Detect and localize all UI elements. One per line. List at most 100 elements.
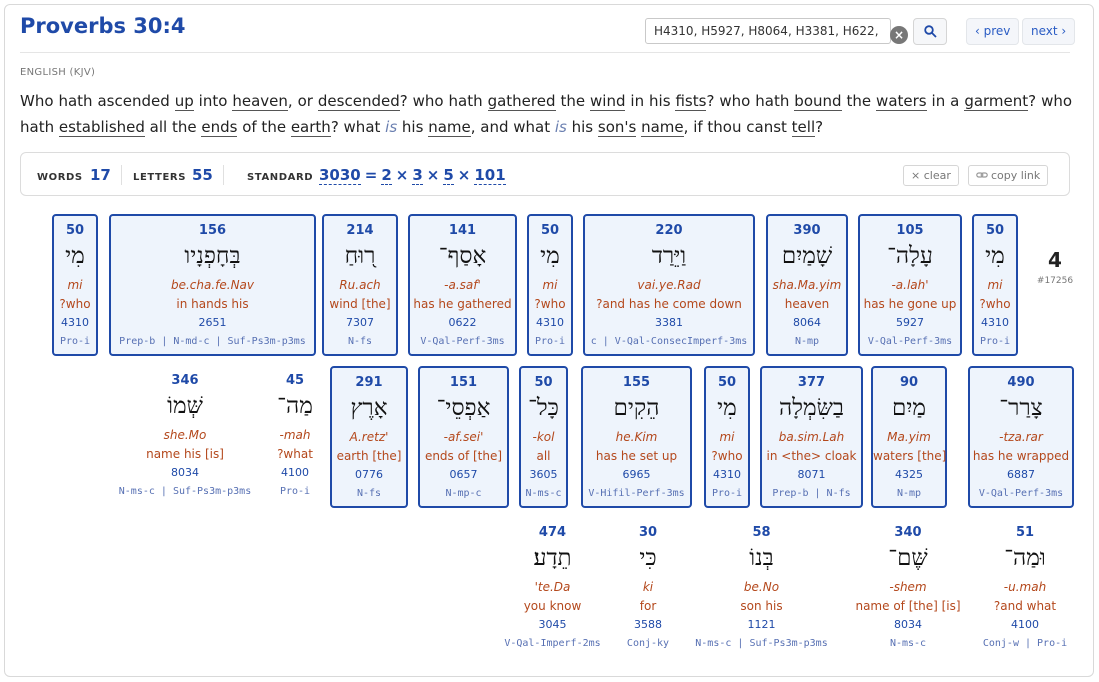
- word-card[interactable]: 291 אָרֶץ A.retz' earth [the] 0776 N-fs: [330, 366, 408, 508]
- word-hebrew: כִּי: [639, 545, 657, 571]
- search-button[interactable]: [913, 18, 947, 45]
- word-morphology: V-Qal-Perf-3ms: [420, 336, 505, 347]
- word-card[interactable]: 220 וַיֵּרַד vai.ye.Rad ?and has he come do…: [583, 214, 755, 356]
- word-card[interactable]: 50 מִי mi ?who 4310 Pro-i: [972, 214, 1018, 356]
- word-transliteration: Ma.yim: [887, 430, 931, 444]
- word-gloss: heaven: [784, 297, 830, 311]
- word-hebrew: שְּׁמוֹ: [167, 393, 203, 419]
- word-card[interactable]: 151 אַפְסֵי־ -af.sei' ends of [the] 0657 N-mp…: [418, 366, 509, 508]
- word-card[interactable]: 155 הֵקִים he.Kim has he set up 6965 V-Hifil-…: [581, 366, 692, 508]
- word-hebrew: ר֭וּחַ: [344, 243, 376, 269]
- link-icon: [976, 172, 988, 178]
- word-card[interactable]: 346 שְּׁמוֹ she.Mo name his [is] 8034 N-ms-c …: [112, 366, 258, 508]
- word-transliteration: she.Mo: [163, 428, 207, 442]
- word-card[interactable]: 156 בְּחָפְנָיו be.cha.fe.Nav in hands his 2…: [109, 214, 316, 356]
- letters-label: LETTERS: [133, 172, 187, 183]
- word-strongs: 6887: [1007, 468, 1035, 481]
- word-hebrew: מִי: [985, 243, 1005, 269]
- word-card[interactable]: 377 בַשִּׂמְלָה ba.sim.Lah in <the> cloak 80…: [760, 366, 863, 508]
- word-transliteration: -kol: [532, 430, 555, 444]
- word-gematria: 30: [638, 525, 658, 540]
- word-strongs: 4310: [536, 316, 564, 329]
- word-hebrew: מִי: [65, 243, 85, 269]
- word-hebrew: אָסַף־: [438, 243, 487, 269]
- divider: [20, 52, 1070, 53]
- word-card[interactable]: 45 מַה־ -mah ?what 4100 Pro-i: [265, 366, 325, 508]
- letters-count: 55: [192, 166, 213, 184]
- word-morphology: V-Hifil-Perf-3ms: [588, 488, 685, 499]
- word-transliteration: -a.saf': [444, 278, 481, 292]
- word-card[interactable]: 50 מִי mi ?who 4310 Pro-i: [52, 214, 98, 356]
- gematria-stats-bar: WORDS 17 LETTERS 55 STANDARD 3030 = 2 × 3 × 5 ×…: [20, 152, 1070, 196]
- word-gloss: son his: [740, 599, 783, 613]
- word-card[interactable]: 50 מִי mi ?who 4310 Pro-i: [527, 214, 573, 356]
- word-strongs: 2651: [198, 316, 227, 329]
- word-morphology: N-mp: [896, 488, 922, 499]
- page-title: Proverbs 30:4: [20, 14, 186, 38]
- version-label: ENGLISH (KJV): [20, 67, 96, 78]
- factor[interactable]: 3: [412, 166, 423, 185]
- factor[interactable]: 2: [381, 166, 392, 185]
- clear-search-icon[interactable]: ×: [890, 26, 908, 44]
- word-card[interactable]: 30 כִּי ki for 3588 Conj-ky: [618, 518, 678, 660]
- word-transliteration: -tza.rar: [999, 430, 1043, 444]
- word-gematria: 50: [717, 375, 737, 390]
- copy-link-button[interactable]: copy link: [968, 165, 1049, 186]
- word-gloss: in hands his: [176, 297, 249, 311]
- word-hebrew: כָּל־: [528, 395, 559, 421]
- word-card[interactable]: 141 אָסַף־ -a.saf' has he gathered 0622 V-Qal…: [408, 214, 517, 356]
- word-strongs: 7307: [346, 316, 374, 329]
- word-strongs: 5927: [896, 316, 924, 329]
- word-card[interactable]: 474 תֵדָע׃ 'te.Da you know 3045 V-Qal-Imperf-…: [490, 518, 615, 660]
- word-card[interactable]: 50 מִי mi ?who 4310 Pro-i: [704, 366, 750, 508]
- word-transliteration: mi: [987, 278, 1003, 292]
- search-icon: [923, 25, 937, 38]
- next-button[interactable]: next ›: [1022, 18, 1076, 45]
- word-morphology: Prep-b | N-fs: [772, 488, 851, 499]
- prev-button[interactable]: ‹ prev: [966, 18, 1020, 45]
- separator: [223, 165, 224, 185]
- word-hebrew: בְּחָפְנָיו: [184, 243, 241, 269]
- word-card[interactable]: 105 עָלָה־ -a.lah' has he gone up 5927 V-Qal-…: [858, 214, 962, 356]
- word-morphology: Conj-w | Pro-i: [982, 638, 1068, 649]
- word-card[interactable]: 51 וּמַה־ -u.mah ?and what 4100 Conj-w | Pro-…: [976, 518, 1074, 660]
- word-gloss: ?who: [711, 449, 743, 463]
- word-transliteration: sha.Ma.yim: [772, 278, 842, 292]
- word-card[interactable]: 90 מַיִם Ma.yim waters [the] 4325 N-mp: [871, 366, 947, 508]
- word-card[interactable]: 50 כָּל־ -kol all 3605 N-ms-c: [519, 366, 568, 508]
- word-gloss: name his [is]: [146, 447, 224, 461]
- word-gematria: 155: [622, 375, 651, 390]
- word-card[interactable]: 214 ר֭וּחַ Ru.ach wind [the] 7307 N-fs: [322, 214, 398, 356]
- word-strongs: 6965: [622, 468, 651, 481]
- word-gematria: 346: [171, 373, 199, 388]
- word-hebrew: מִי: [717, 395, 737, 421]
- word-gloss: in <the> cloak: [766, 449, 857, 463]
- word-transliteration: he.Kim: [615, 430, 658, 444]
- word-gloss: has he wrapped: [972, 449, 1070, 463]
- word-hebrew: וַיֵּרַד: [651, 243, 687, 269]
- word-card[interactable]: 58 בְּנוֹ be.No son his 1121 N-ms-c | Suf-Ps3…: [678, 518, 845, 660]
- separator: [121, 165, 122, 185]
- word-strongs: 4310: [61, 316, 89, 329]
- word-hebrew: מַה־: [277, 393, 313, 419]
- clear-button[interactable]: × clear: [903, 165, 959, 186]
- word-morphology: N-ms-c | Suf-Ps3m-p3ms: [118, 486, 252, 497]
- word-gematria: 50: [540, 223, 560, 238]
- word-card[interactable]: 390 שָׁמַיִם sha.Ma.yim heaven 8064 N-mp: [766, 214, 848, 356]
- word-card[interactable]: 340 שֶּׁם־ -shem name of [the] [is] 8034 N-ms…: [848, 518, 968, 660]
- word-morphology: Prep-b | N-md-c | Suf-Ps3m-p3ms: [119, 336, 306, 347]
- word-hebrew: בְּנוֹ: [749, 545, 774, 571]
- word-transliteration: -shem: [889, 580, 927, 594]
- word-strongs: 4310: [713, 468, 741, 481]
- search-input[interactable]: [645, 18, 891, 44]
- standard-total[interactable]: 3030: [319, 166, 361, 185]
- word-morphology: N-ms-c: [889, 638, 927, 649]
- factor[interactable]: 5: [443, 166, 454, 185]
- word-gematria: 105: [896, 223, 924, 238]
- word-morphology: Conj-ky: [626, 638, 670, 649]
- word-card[interactable]: 490 צָרַר־ -tza.rar has he wrapped 6887 V-Qal…: [968, 366, 1074, 508]
- verse-number: 4: [1048, 248, 1062, 272]
- word-gematria: 390: [793, 223, 821, 238]
- word-strongs: 8064: [793, 316, 821, 329]
- factor[interactable]: 101: [474, 166, 506, 185]
